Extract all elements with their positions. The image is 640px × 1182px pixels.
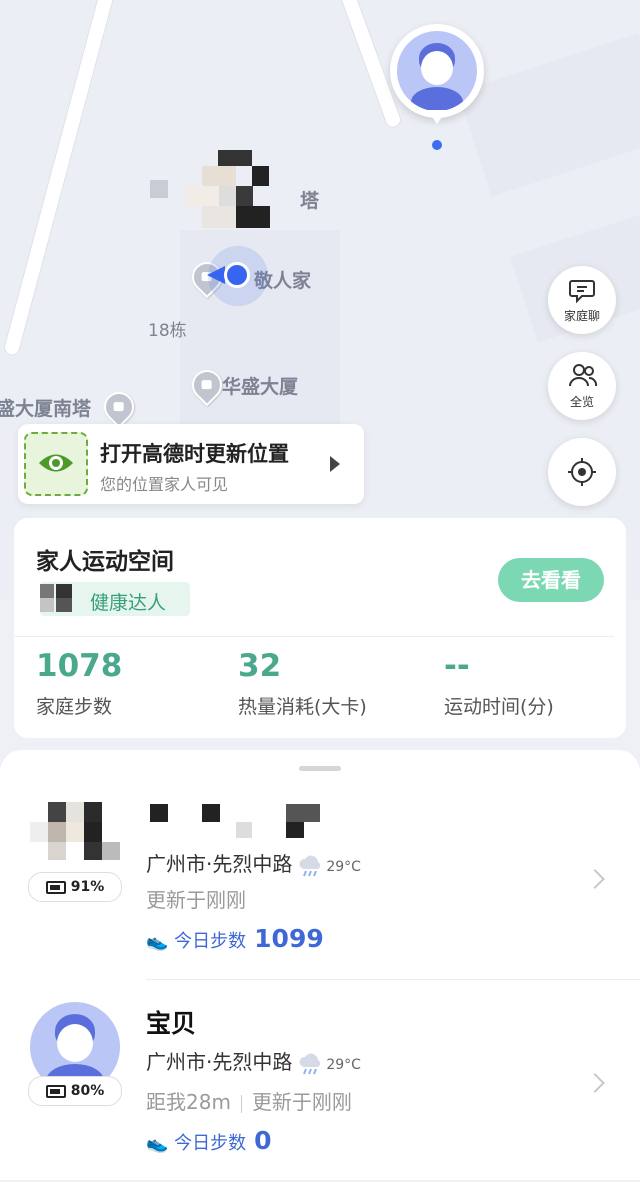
chevron-right-icon — [330, 456, 340, 472]
steps-label: 今日步数 — [174, 931, 247, 952]
activity-title: 家人运动空间 — [36, 549, 174, 575]
stat-exercise-time: -- 运动时间(分) — [444, 646, 554, 719]
members-sheet[interactable]: 91% 广州市·先烈中路 29°C 更新于刚刚 👟 今日步数 1099 80% — [0, 750, 640, 1180]
banner-subtitle: 您的位置家人可见 — [100, 475, 229, 494]
map-road — [2, 0, 122, 358]
divider — [14, 636, 614, 637]
battery-badge: 80% — [28, 1076, 122, 1106]
stat-calories: 32 热量消耗(大卡) — [238, 646, 367, 719]
stat-family-steps: 1078 家庭步数 — [36, 646, 122, 719]
shoe-icon: 👟 — [146, 931, 169, 952]
avatar — [397, 31, 477, 111]
chevron-right-icon — [585, 1073, 605, 1093]
map-label-building-18: 18栋 — [148, 321, 187, 341]
shoe-icon: 👟 — [146, 1133, 169, 1154]
member-steps: 👟 今日步数 0 — [146, 1126, 272, 1155]
blurred-member-name — [150, 804, 326, 840]
map-view[interactable]: 塔 敬人家 18栋 华盛大厦 盛大厦南塔 — [0, 0, 640, 600]
location-dot — [432, 140, 442, 150]
heading-arrow-icon — [207, 266, 225, 284]
health-tag-label: 健康达人 — [90, 592, 167, 614]
member-steps: 👟 今日步数 1099 — [146, 924, 324, 953]
member-location: 广州市·先烈中路 29°C — [146, 848, 361, 877]
family-chat-button[interactable]: 家庭聊 — [548, 266, 616, 334]
locate-button[interactable] — [548, 438, 616, 506]
map-block — [457, 33, 640, 197]
stat-caption: 运动时间(分) — [444, 696, 554, 718]
location-text: 广州市·先烈中路 — [146, 852, 293, 876]
member-updated: 更新于刚刚 — [146, 888, 246, 912]
overview-label: 全览 — [569, 395, 594, 409]
family-chat-label: 家庭聊 — [563, 309, 600, 323]
map-label-huasheng: 华盛大厦 — [222, 376, 299, 398]
eye-icon-box — [24, 432, 88, 496]
battery-icon — [45, 880, 66, 894]
poi-pin-icon — [97, 385, 141, 429]
member-location: 广州市·先烈中路 29°C — [146, 1046, 361, 1075]
member-updated: 距我28m 更新于刚刚 — [146, 1086, 352, 1115]
member-location-pin[interactable] — [390, 24, 484, 124]
steps-value: 0 — [254, 1126, 272, 1155]
crosshair-icon — [568, 458, 596, 486]
family-activity-card[interactable]: 家人运动空间 健康达人 去看看 1078 家庭步数 32 热量消耗(大卡) --… — [14, 518, 626, 738]
chevron-right-icon — [585, 869, 605, 889]
location-text: 广州市·先烈中路 — [146, 1050, 293, 1074]
go-see-button[interactable]: 去看看 — [498, 558, 604, 602]
updated-text: 更新于刚刚 — [251, 1090, 352, 1114]
steps-label: 今日步数 — [174, 1133, 247, 1154]
people-icon — [569, 364, 598, 387]
temperature: 29°C — [326, 1057, 361, 1073]
update-location-banner[interactable]: 打开高德时更新位置 您的位置家人可见 — [18, 424, 364, 504]
stat-caption: 家庭步数 — [36, 696, 113, 718]
member-distance: 距我28m — [146, 1090, 231, 1114]
stat-value: -- — [444, 648, 470, 684]
health-tag: 健康达人 — [40, 582, 190, 616]
stat-value: 32 — [238, 648, 282, 684]
divider — [240, 1094, 242, 1113]
battery-icon — [45, 1084, 66, 1098]
blurred-avatar — [150, 180, 168, 198]
chat-bubble-icon — [569, 280, 595, 304]
divider — [146, 979, 640, 980]
rain-cloud-icon — [299, 1053, 321, 1074]
stat-value: 1078 — [36, 648, 123, 684]
map-label-tower: 塔 — [300, 190, 320, 212]
map-label-south-tower: 盛大厦南塔 — [0, 398, 92, 420]
blurred-avatar — [168, 150, 286, 234]
overview-button[interactable]: 全览 — [548, 352, 616, 420]
steps-value: 1099 — [254, 924, 324, 953]
eye-icon — [39, 454, 73, 472]
banner-title: 打开高德时更新位置 — [100, 442, 289, 466]
member-row[interactable]: 80% 宝贝 广州市·先烈中路 29°C 距我28m 更新于刚刚 👟 今日步数 0 — [0, 982, 640, 1182]
temperature: 29°C — [326, 859, 361, 875]
battery-badge: 91% — [28, 872, 122, 902]
battery-level: 91% — [70, 879, 105, 895]
member-name: 宝贝 — [146, 1009, 197, 1038]
battery-level: 80% — [70, 1083, 105, 1099]
drag-handle[interactable] — [299, 766, 341, 771]
member-row[interactable]: 91% 广州市·先烈中路 29°C 更新于刚刚 👟 今日步数 1099 — [0, 780, 640, 980]
stat-caption: 热量消耗(大卡) — [238, 696, 367, 718]
rain-cloud-icon — [299, 855, 321, 876]
my-location-icon — [224, 262, 250, 288]
